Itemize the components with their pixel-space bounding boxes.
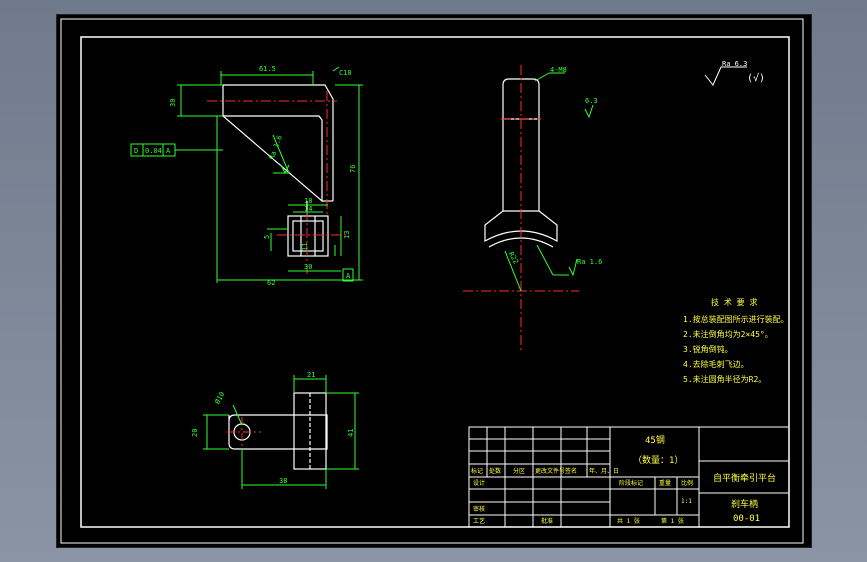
tech-item-2: 2.未注倒角均为2×45°。	[683, 329, 773, 339]
sheets-total: 共 1 张	[617, 517, 640, 525]
dim-61-5: 61.5	[259, 65, 276, 73]
hook-front-view	[221, 84, 334, 257]
drawing-number: 00-01	[733, 514, 760, 524]
row-label-6: 年、月、日	[589, 467, 619, 475]
dim-11: 11	[301, 243, 309, 251]
dim-13: 13	[343, 231, 351, 239]
engineering-drawing: 61.5 C10 30 76 18 14 13 11 30 5 62 Ra 1.…	[60, 18, 804, 544]
outer-frame	[60, 18, 804, 544]
label-ratio: 比例	[681, 479, 693, 487]
dim-30-bottom: 30	[304, 263, 312, 271]
quantity: （数量：1）	[633, 454, 683, 466]
dim-14: 14	[304, 205, 312, 213]
title-block-texts: 45钢 （数量：1） 自平衡牵引平台 刹车柄 00-01 标记 处数 分区 更改…	[471, 434, 776, 525]
scale-value: 1:1	[681, 498, 692, 505]
dim-21: 21	[307, 371, 315, 379]
label-design: 设计	[473, 479, 485, 487]
row-label-3: 分区	[513, 467, 525, 475]
inner-frame	[80, 36, 790, 528]
tech-requirements: 技 术 要 求 1.按总装配图所示进行装配。 2.未注倒角均为2×45°。 3.…	[683, 297, 789, 384]
hook-dimension-lines	[177, 66, 363, 283]
dim-38: 38	[279, 477, 287, 485]
label-process: 工艺	[473, 517, 485, 525]
material: 45钢	[645, 434, 665, 446]
roughness-left: Ra 1.6	[268, 134, 284, 161]
label-approve: 批准	[541, 517, 553, 525]
hook-dimension-texts: 61.5 C10 30 76 18 14 13 11 30 5 62 Ra 1.…	[169, 65, 357, 287]
project-name: 自平衡牵引平台	[713, 472, 776, 484]
bottom-view-center-lines	[227, 417, 261, 447]
sheet-number: 第 1 张	[661, 517, 684, 525]
row-label-2: 处数	[489, 467, 501, 475]
tolerance-symbol: D	[134, 147, 138, 155]
cad-viewport: 61.5 C10 30 76 18 14 13 11 30 5 62 Ra 1.…	[56, 14, 812, 548]
tech-item-4: 4.去除毛刺飞边。	[683, 359, 749, 369]
dim-30-left: 30	[169, 99, 177, 107]
thread-label: 4-M8	[550, 66, 567, 74]
dim-41: 41	[347, 429, 355, 437]
dim-chamfer: C10	[339, 69, 352, 77]
roughness-side-bottom: Ra 1.6	[577, 258, 602, 266]
tolerance-frame: D 0.04 A	[130, 143, 223, 157]
dim-76: 76	[349, 165, 357, 173]
radius-label: R22	[507, 251, 520, 266]
row-label-1: 标记	[471, 467, 483, 475]
row-label-5: 签名	[565, 467, 577, 475]
label-review: 审核	[473, 505, 485, 513]
hook-center-lines	[207, 91, 347, 275]
tech-item-5: 5.未注圆角半径为R2。	[683, 374, 766, 384]
dim-18: 18	[304, 197, 312, 205]
roughness-side-top: 6.3	[585, 97, 598, 105]
part-name: 刹车柄	[731, 498, 758, 510]
dim-62: 62	[267, 279, 275, 287]
datum-a-label: A	[346, 272, 351, 280]
dim-5: 5	[263, 235, 271, 239]
tech-item-3: 3.锐角倒钝。	[683, 344, 733, 354]
side-view-center-lines	[463, 65, 579, 351]
datum-a-box: A	[342, 268, 354, 282]
general-roughness-rest: (√)	[747, 72, 765, 84]
dim-20: 20	[191, 429, 199, 437]
bottom-view	[228, 392, 328, 470]
label-stage-mark: 阶段标记	[619, 479, 643, 487]
bottom-view-dims	[203, 375, 359, 489]
row-label-4: 更改文件号	[535, 467, 565, 475]
tolerance-value: 0.04	[145, 147, 162, 155]
dim-diameter: Ø10	[213, 391, 226, 406]
label-weight: 重量	[659, 479, 671, 487]
tolerance-datum: A	[166, 147, 171, 155]
general-roughness: Ra 6.3 (√)	[704, 60, 765, 86]
bottom-view-texts: 21 Ø10 20 41 38	[191, 371, 355, 485]
tech-item-1: 1.按总装配图所示进行装配。	[683, 314, 789, 324]
general-roughness-value: Ra 6.3	[722, 60, 747, 68]
tech-title: 技 术 要 求	[711, 297, 757, 307]
